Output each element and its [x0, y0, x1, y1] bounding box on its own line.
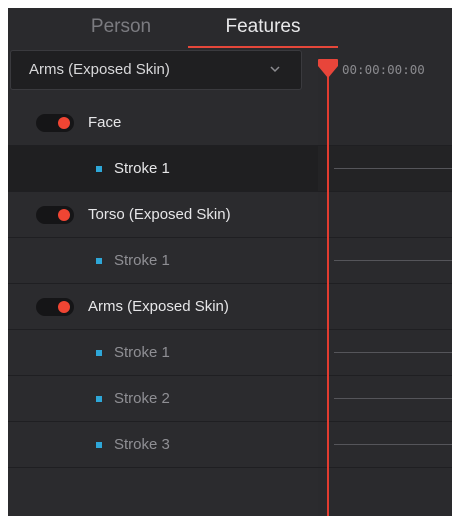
toggle-knob: [58, 117, 70, 129]
stroke-track[interactable]: [318, 146, 452, 191]
feature-row[interactable]: Arms (Exposed Skin): [8, 284, 452, 330]
feature-row-label-cell[interactable]: Face: [8, 100, 318, 145]
chevron-down-icon: [270, 66, 280, 73]
stroke-row[interactable]: Stroke 3: [8, 422, 452, 468]
stroke-label: Stroke 2: [114, 390, 170, 407]
feature-row-label-cell[interactable]: Arms (Exposed Skin): [8, 284, 318, 329]
stroke-track-line: [334, 352, 452, 353]
stroke-label: Stroke 1: [114, 252, 170, 269]
tab-features[interactable]: Features: [188, 8, 338, 50]
feature-track[interactable]: [318, 284, 452, 329]
dropdown-selected-value: Arms (Exposed Skin): [29, 61, 170, 78]
stroke-track[interactable]: [318, 330, 452, 375]
stroke-track-line: [334, 260, 452, 261]
stroke-track[interactable]: [318, 376, 452, 421]
toggle-knob: [58, 209, 70, 221]
stroke-row-label-cell[interactable]: Stroke 1: [8, 238, 318, 283]
playhead-marker-icon[interactable]: [317, 58, 339, 80]
stroke-row[interactable]: Stroke 1: [8, 330, 452, 376]
toggle-knob: [58, 301, 70, 313]
timecode-readout: 00:00:00:00: [342, 62, 425, 77]
tab-bar: Person Features: [8, 8, 452, 50]
stroke-square-icon: [96, 166, 102, 172]
stroke-track-line: [334, 444, 452, 445]
feature-row-label-cell[interactable]: Torso (Exposed Skin): [8, 192, 318, 237]
feature-toggle[interactable]: [36, 298, 74, 316]
stroke-label: Stroke 3: [114, 436, 170, 453]
feature-row[interactable]: Torso (Exposed Skin): [8, 192, 452, 238]
stroke-track[interactable]: [318, 238, 452, 283]
stroke-track-line: [334, 398, 452, 399]
feature-label: Torso (Exposed Skin): [88, 206, 231, 223]
stroke-track[interactable]: [318, 422, 452, 467]
feature-track[interactable]: [318, 100, 452, 145]
feature-track[interactable]: [318, 192, 452, 237]
stroke-row[interactable]: Stroke 1: [8, 238, 452, 284]
playhead-line[interactable]: [327, 64, 329, 516]
feature-toggle[interactable]: [36, 206, 74, 224]
stroke-square-icon: [96, 350, 102, 356]
stroke-label: Stroke 1: [114, 160, 170, 177]
stroke-row[interactable]: Stroke 1: [8, 146, 452, 192]
feature-label: Arms (Exposed Skin): [88, 298, 229, 315]
stroke-row-label-cell[interactable]: Stroke 3: [8, 422, 318, 467]
feature-select-dropdown[interactable]: Arms (Exposed Skin): [10, 50, 302, 90]
stroke-track-line: [334, 168, 452, 169]
stroke-row-label-cell[interactable]: Stroke 2: [8, 376, 318, 421]
stroke-square-icon: [96, 258, 102, 264]
stroke-row[interactable]: Stroke 2: [8, 376, 452, 422]
feature-toggle[interactable]: [36, 114, 74, 132]
stroke-label: Stroke 1: [114, 344, 170, 361]
feature-row[interactable]: Face: [8, 100, 452, 146]
tab-person[interactable]: Person: [56, 8, 186, 50]
stroke-row-label-cell[interactable]: Stroke 1: [8, 146, 318, 191]
stroke-row-label-cell[interactable]: Stroke 1: [8, 330, 318, 375]
feature-label: Face: [88, 114, 122, 131]
stroke-square-icon: [96, 396, 102, 402]
stroke-square-icon: [96, 442, 102, 448]
